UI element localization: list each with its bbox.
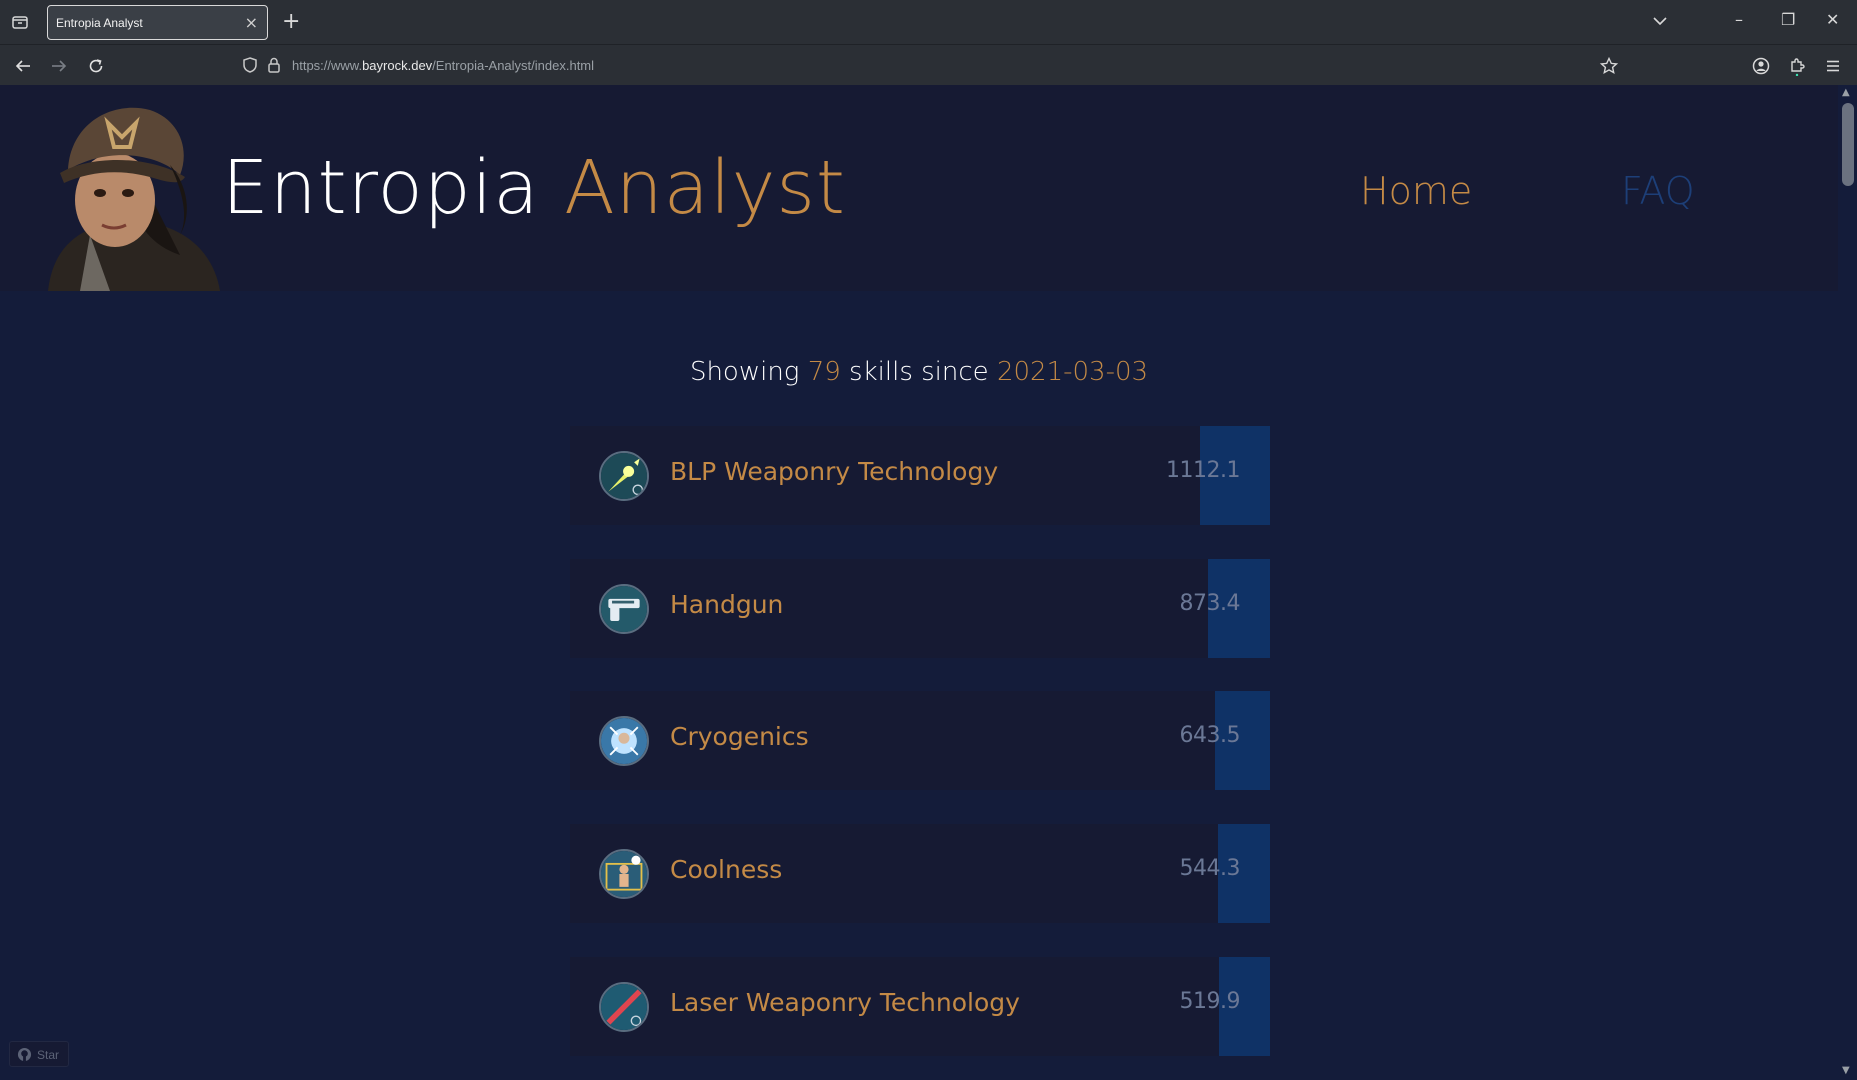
tab-close-icon[interactable]: ×	[245, 13, 258, 32]
address-bar[interactable]: https://www.bayrock.dev/Entropia-Analyst…	[240, 49, 1640, 81]
handgun-icon	[599, 584, 649, 634]
blp-weapon-icon	[599, 451, 649, 501]
skill-name: Coolness	[670, 855, 783, 884]
url-prefix: https://www.	[292, 58, 363, 73]
summary-prefix: Showing	[689, 357, 800, 387]
skill-row[interactable]: Cryogenics 643.5	[570, 691, 1270, 790]
skill-row[interactable]: Coolness 544.3	[570, 824, 1270, 923]
skill-name: BLP Weaponry Technology	[670, 457, 999, 486]
browser-tab-active[interactable]: Entropia Analyst ×	[47, 5, 268, 40]
reload-icon[interactable]	[86, 56, 106, 76]
github-star-label: Star	[37, 1048, 60, 1062]
nav-home-link[interactable]: Home	[1360, 169, 1472, 213]
tab-title: Entropia Analyst	[56, 16, 143, 30]
skill-count: 79	[807, 357, 841, 387]
skill-value: 544.3	[1179, 856, 1241, 881]
page-scrollbar[interactable]: ▲ ▼	[1838, 85, 1857, 1080]
github-star-button[interactable]: Star	[9, 1041, 69, 1067]
site-header: Entropia Analyst Home FAQ	[0, 85, 1838, 291]
url-host: bayrock.dev	[362, 58, 433, 73]
browser-nav-bar: https://www.bayrock.dev/Entropia-Analyst…	[0, 44, 1857, 85]
site-title-accent: Analyst	[564, 145, 846, 231]
skill-value: 643.5	[1179, 723, 1241, 748]
summary-middle: skills since	[849, 357, 989, 387]
skill-name: Cryogenics	[670, 722, 809, 751]
skill-value: 873.4	[1179, 591, 1241, 616]
url-text[interactable]: https://www.bayrock.dev/Entropia-Analyst…	[292, 58, 594, 73]
nav-faq-link[interactable]: FAQ	[1621, 169, 1695, 213]
github-icon	[17, 1047, 32, 1062]
scroll-down-arrow-icon[interactable]: ▼	[1842, 1065, 1850, 1076]
skill-row[interactable]: Handgun 873.4	[570, 559, 1270, 658]
forward-arrow-icon[interactable]	[49, 56, 69, 76]
extensions-puzzle-icon[interactable]	[1787, 56, 1807, 76]
page-viewport: Entropia Analyst Home FAQ Showing 79 ski…	[0, 85, 1838, 1080]
lock-icon[interactable]	[264, 55, 284, 75]
account-icon[interactable]	[1751, 56, 1771, 76]
bookmark-star-icon[interactable]	[1599, 56, 1619, 76]
site-title: Entropia Analyst	[222, 145, 846, 231]
close-window-button[interactable]: ✕	[1826, 10, 1839, 29]
skill-value: 1112.1	[1166, 458, 1240, 483]
skills-summary: Showing 79 skills since 2021-03-03	[0, 357, 1838, 387]
cryogenics-icon	[599, 716, 649, 766]
skill-row[interactable]: BLP Weaponry Technology 1112.1	[570, 426, 1270, 525]
list-all-tabs-chevron-icon[interactable]	[1650, 11, 1670, 31]
scroll-up-arrow-icon[interactable]: ▲	[1842, 87, 1850, 98]
tab-overview-icon[interactable]	[10, 12, 30, 32]
laser-weapon-icon	[599, 982, 649, 1032]
skill-name: Handgun	[670, 590, 784, 619]
hamburger-menu-icon[interactable]	[1823, 56, 1843, 76]
minimize-button[interactable]: –	[1735, 10, 1743, 29]
url-path: /Entropia-Analyst/index.html	[432, 58, 595, 73]
site-title-main: Entropia	[222, 145, 540, 231]
new-tab-button[interactable]: +	[282, 9, 300, 34]
skill-value: 519.9	[1179, 989, 1241, 1014]
skill-name: Laser Weaponry Technology	[670, 988, 1020, 1017]
coolness-icon	[599, 849, 649, 899]
back-arrow-icon[interactable]	[13, 56, 33, 76]
character-avatar-logo	[48, 107, 220, 291]
skill-row[interactable]: Laser Weaponry Technology 519.9	[570, 957, 1270, 1056]
shield-icon[interactable]	[240, 55, 260, 75]
scrollbar-thumb[interactable]	[1842, 103, 1854, 186]
browser-tab-bar: Entropia Analyst × + – ❐ ✕	[0, 0, 1857, 44]
since-date: 2021-03-03	[996, 357, 1149, 387]
restore-button[interactable]: ❐	[1781, 10, 1795, 29]
